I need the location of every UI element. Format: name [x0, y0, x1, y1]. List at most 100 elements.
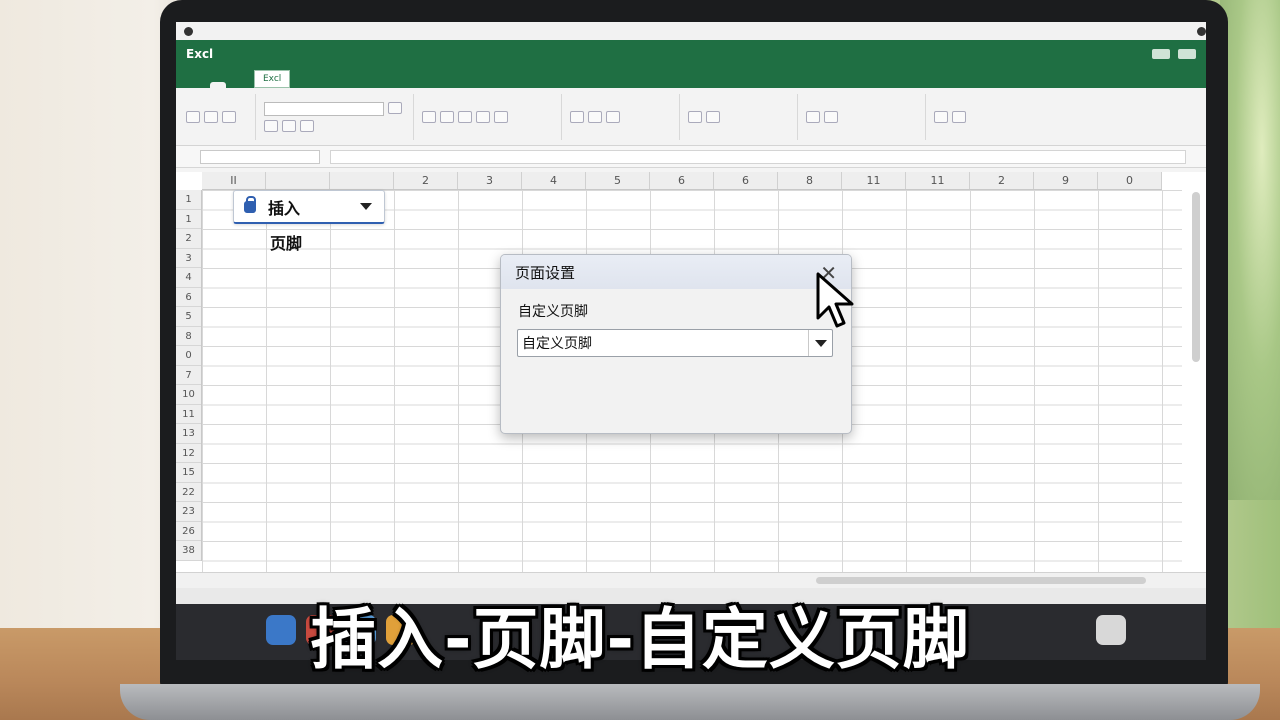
maximize-button[interactable] — [1178, 49, 1196, 59]
laptop-base — [120, 684, 1260, 720]
excel-titlebar: Excl — [176, 40, 1206, 68]
excel-logo: Excl — [186, 47, 214, 61]
ribbon-toolbar — [176, 88, 1206, 146]
column-header[interactable]: 6 — [650, 172, 714, 189]
align-center-icon[interactable] — [440, 110, 454, 123]
column-header[interactable] — [330, 172, 394, 189]
row-header[interactable]: 12 — [176, 444, 201, 463]
dialog-title: 页面设置 — [501, 255, 851, 289]
tab-insert[interactable] — [232, 82, 248, 88]
row-header[interactable]: 15 — [176, 463, 201, 483]
vertical-scrollbar[interactable] — [1192, 192, 1200, 362]
styles-group — [688, 93, 798, 140]
row-header[interactable]: 22 — [176, 483, 201, 502]
row-header[interactable]: 5 — [176, 307, 201, 327]
custom-footer-label: 自定义页脚 — [518, 304, 588, 320]
wrap-text-icon[interactable] — [476, 110, 490, 123]
align-left-icon[interactable] — [422, 110, 436, 123]
window-controls — [1152, 49, 1196, 59]
row-header[interactable]: 1 — [176, 190, 201, 210]
comma-icon[interactable] — [588, 110, 602, 123]
insert-dropdown[interactable]: 插入 — [233, 190, 385, 224]
column-header[interactable]: 0 — [1098, 172, 1162, 189]
table-format-icon[interactable] — [706, 110, 720, 123]
row-header[interactable]: 8 — [176, 327, 201, 346]
column-header[interactable]: 9 — [1034, 172, 1098, 189]
sort-icon[interactable] — [934, 110, 948, 123]
column-header[interactable] — [266, 172, 330, 189]
chevron-down-icon — [360, 203, 372, 210]
mac-menubar — [176, 22, 1206, 40]
clipboard-group — [186, 93, 256, 140]
tab-data[interactable] — [318, 82, 334, 88]
custom-footer-select-value: 自定义页脚 — [522, 336, 592, 352]
row-header[interactable]: 26 — [176, 522, 201, 541]
horizontal-scrollbar[interactable] — [816, 577, 1146, 584]
tab-file[interactable] — [188, 82, 204, 88]
tab-excel[interactable]: Excl — [254, 70, 291, 88]
percent-icon[interactable] — [570, 110, 584, 123]
name-box[interactable] — [200, 149, 320, 164]
align-right-icon[interactable] — [458, 110, 472, 123]
footer-menu-option[interactable]: 页脚 — [270, 230, 302, 254]
tab-formulas[interactable] — [296, 82, 312, 88]
column-header[interactable]: 3 — [458, 172, 522, 189]
insert-dropdown-label: 插入 — [268, 198, 301, 218]
column-header[interactable]: 5 — [586, 172, 650, 189]
ribbon-tabs: Excl — [176, 68, 1206, 88]
cells-group — [806, 93, 926, 140]
mouse-cursor-icon — [816, 272, 854, 328]
row-header[interactable]: 2 — [176, 229, 201, 249]
column-header[interactable]: 6 — [714, 172, 778, 189]
bold-icon[interactable] — [388, 101, 402, 114]
row-header[interactable]: 1 — [176, 210, 201, 229]
lock-icon — [244, 195, 256, 213]
column-headers: II 2 3 4 5 6 6 8 11 11 2 9 0 — [202, 172, 1162, 190]
column-header[interactable]: II — [202, 172, 266, 189]
copy-icon[interactable] — [222, 110, 236, 123]
row-header[interactable]: 13 — [176, 424, 201, 444]
insert-cells-icon[interactable] — [806, 110, 820, 123]
custom-footer-select[interactable]: 自定义页脚 — [517, 329, 833, 357]
row-headers: 1 1 2 3 4 6 5 8 0 7 10 11 13 12 15 22 23 26 38 — [176, 190, 202, 561]
formula-bar — [176, 146, 1206, 168]
row-header[interactable]: 6 — [176, 288, 201, 307]
cut-icon[interactable] — [204, 110, 218, 123]
font-color-icon[interactable] — [300, 119, 314, 132]
decimal-icon[interactable] — [606, 110, 620, 123]
video-caption: 插入-页脚-自定义页脚 — [310, 601, 970, 678]
italic-icon[interactable] — [264, 119, 278, 132]
alignment-group — [422, 93, 562, 140]
number-group — [570, 93, 680, 140]
underline-icon[interactable] — [282, 119, 296, 132]
row-header[interactable]: 23 — [176, 502, 201, 522]
row-header[interactable]: 11 — [176, 405, 201, 424]
font-group — [264, 93, 414, 140]
delete-cells-icon[interactable] — [824, 110, 838, 123]
conditional-format-icon[interactable] — [688, 110, 702, 123]
column-header[interactable]: 11 — [842, 172, 906, 189]
merge-icon[interactable] — [494, 110, 508, 123]
column-header[interactable]: 8 — [778, 172, 842, 189]
font-name-box[interactable] — [264, 101, 384, 116]
paste-icon[interactable] — [186, 110, 200, 123]
tab-home[interactable] — [210, 82, 226, 88]
column-header[interactable]: 2 — [394, 172, 458, 189]
row-header[interactable]: 3 — [176, 249, 201, 268]
column-header[interactable]: 2 — [970, 172, 1034, 189]
status-icon — [1197, 26, 1206, 36]
row-header[interactable]: 38 — [176, 541, 201, 561]
row-header[interactable]: 7 — [176, 366, 201, 385]
column-header[interactable]: 11 — [906, 172, 970, 189]
window-light — [1220, 0, 1280, 500]
apple-icon[interactable] — [184, 26, 193, 36]
formula-input[interactable] — [330, 149, 1186, 164]
chevron-down-icon[interactable] — [808, 330, 832, 356]
row-header[interactable]: 10 — [176, 385, 201, 405]
row-header[interactable]: 0 — [176, 346, 201, 366]
minimize-button[interactable] — [1152, 49, 1170, 59]
find-icon[interactable] — [952, 110, 966, 123]
column-header[interactable]: 4 — [522, 172, 586, 189]
row-header[interactable]: 4 — [176, 268, 201, 288]
page-setup-dialog: 页面设置 ✕ 自定义页脚 自定义页脚 — [500, 254, 852, 434]
